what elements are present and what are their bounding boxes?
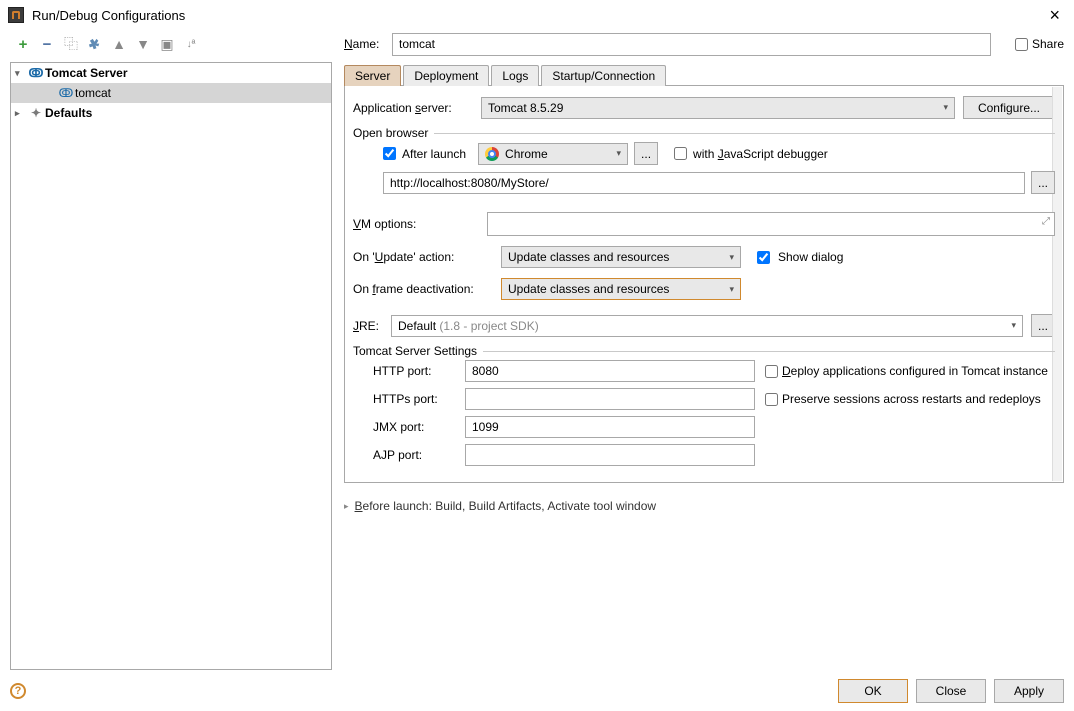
- http-port-input[interactable]: [465, 360, 755, 382]
- jmx-port-input[interactable]: [465, 416, 755, 438]
- tomcat-icon: ↂ: [59, 86, 73, 100]
- close-icon[interactable]: ×: [1043, 7, 1066, 23]
- chevron-down-icon: ▾: [1011, 320, 1016, 331]
- tab-bar: Server Deployment Logs Startup/Connectio…: [344, 62, 1064, 86]
- chrome-icon: [485, 147, 499, 161]
- ajp-port-input[interactable]: [465, 444, 755, 466]
- js-debugger-label: with JavaScript debugger: [693, 147, 828, 161]
- help-icon[interactable]: ?: [10, 683, 26, 699]
- share-checkbox[interactable]: Share: [1015, 37, 1064, 51]
- before-launch-row[interactable]: ▸ Before launch: Build, Build Artifacts,…: [344, 499, 1064, 513]
- tab-deployment[interactable]: Deployment: [403, 65, 489, 86]
- url-input[interactable]: [383, 172, 1025, 194]
- preserve-sessions-checkbox[interactable]: Preserve sessions across restarts and re…: [765, 392, 1055, 406]
- expand-icon[interactable]: ⤢: [1042, 216, 1050, 227]
- vm-options-input[interactable]: ⤢: [487, 212, 1055, 236]
- down-icon: ▼: [134, 35, 152, 53]
- tomcat-settings-group: Tomcat Server Settings HTTP port: Deploy…: [353, 351, 1055, 470]
- configure-button[interactable]: Configure...: [963, 96, 1055, 119]
- app-icon: [8, 7, 24, 23]
- tree-node-defaults[interactable]: ▸ ✦ Defaults: [11, 103, 331, 123]
- settings-icon[interactable]: [86, 35, 104, 53]
- tree-node-tomcat[interactable]: ↂ tomcat: [11, 83, 331, 103]
- show-dialog-checkbox[interactable]: [757, 251, 770, 264]
- browser-combo[interactable]: Chrome ▾: [478, 143, 628, 165]
- vm-options-label: VM options:: [353, 217, 479, 231]
- app-server-combo[interactable]: Tomcat 8.5.29 ▾: [481, 97, 955, 119]
- tab-startup-connection[interactable]: Startup/Connection: [541, 65, 666, 86]
- tree-label: Tomcat Server: [45, 66, 127, 80]
- chevron-down-icon: ▾: [943, 102, 948, 113]
- deploy-apps-box[interactable]: [765, 365, 778, 378]
- chevron-down-icon[interactable]: ▾: [15, 68, 27, 79]
- share-label: Share: [1032, 37, 1064, 51]
- name-input[interactable]: [392, 33, 991, 56]
- chevron-down-icon: ▾: [729, 252, 734, 263]
- on-frame-combo[interactable]: Update classes and resources ▾: [501, 278, 741, 300]
- sort-icon[interactable]: ↓ª: [182, 35, 200, 53]
- tree-label: tomcat: [75, 86, 111, 100]
- browser-value: Chrome: [505, 147, 548, 161]
- jmx-port-label: JMX port:: [373, 420, 465, 434]
- server-pane: Application server: Tomcat 8.5.29 ▾ Conf…: [344, 86, 1064, 483]
- after-launch-checkbox[interactable]: [383, 147, 396, 160]
- chevron-right-icon[interactable]: ▸: [344, 501, 349, 512]
- app-server-label: Application server:: [353, 101, 473, 115]
- apply-button[interactable]: Apply: [994, 679, 1064, 703]
- chevron-right-icon[interactable]: ▸: [15, 108, 27, 119]
- folder-icon[interactable]: ▣: [158, 35, 176, 53]
- window-title: Run/Debug Configurations: [32, 8, 185, 23]
- http-port-label: HTTP port:: [373, 364, 465, 378]
- share-checkbox-box[interactable]: [1015, 38, 1028, 51]
- tab-logs[interactable]: Logs: [491, 65, 539, 86]
- jre-combo[interactable]: Default (1.8 - project SDK) ▾: [391, 315, 1023, 337]
- left-toolbar: + − ⿻ ▲ ▼ ▣ ↓ª: [10, 30, 332, 62]
- on-update-combo[interactable]: Update classes and resources ▾: [501, 246, 741, 268]
- tree-node-tomcat-server[interactable]: ▾ ↂ Tomcat Server: [11, 63, 331, 83]
- on-frame-value: Update classes and resources: [508, 282, 669, 296]
- before-launch-label: Before launch: Build, Build Artifacts, A…: [355, 499, 657, 513]
- show-dialog-label: Show dialog: [778, 250, 843, 264]
- close-button[interactable]: Close: [916, 679, 986, 703]
- chevron-down-icon: ▾: [729, 284, 734, 295]
- https-port-input[interactable]: [465, 388, 755, 410]
- defaults-icon: ✦: [29, 106, 43, 120]
- dialog-buttons: ? OK Close Apply: [10, 679, 1064, 703]
- ajp-port-label: AJP port:: [373, 448, 465, 462]
- name-label: Name:: [344, 37, 384, 51]
- deploy-apps-label: Deploy applications configured in Tomcat…: [782, 364, 1048, 378]
- up-icon: ▲: [110, 35, 128, 53]
- app-server-value: Tomcat 8.5.29: [488, 101, 563, 115]
- https-port-label: HTTPs port:: [373, 392, 465, 406]
- on-frame-label: On frame deactivation:: [353, 282, 493, 296]
- preserve-sessions-label: Preserve sessions across restarts and re…: [782, 392, 1041, 406]
- url-ellipsis-button[interactable]: ...: [1031, 171, 1055, 194]
- title-bar: Run/Debug Configurations ×: [0, 0, 1074, 30]
- browser-ellipsis-button[interactable]: ...: [634, 142, 658, 165]
- add-icon[interactable]: +: [14, 35, 32, 53]
- tomcat-settings-title: Tomcat Server Settings: [353, 344, 483, 358]
- js-debugger-checkbox[interactable]: [674, 147, 687, 160]
- preserve-sessions-box[interactable]: [765, 393, 778, 406]
- tree-label: Defaults: [45, 106, 92, 120]
- tab-server[interactable]: Server: [344, 65, 401, 86]
- on-update-value: Update classes and resources: [508, 250, 669, 264]
- deploy-apps-checkbox[interactable]: Deploy applications configured in Tomcat…: [765, 364, 1055, 378]
- tomcat-server-icon: ↂ: [29, 66, 43, 80]
- after-launch-label: After launch: [402, 147, 466, 161]
- on-update-label: On 'Update' action:: [353, 250, 493, 264]
- ok-button[interactable]: OK: [838, 679, 908, 703]
- open-browser-title: Open browser: [353, 126, 434, 140]
- jre-label: JRE:: [353, 319, 383, 333]
- copy-icon[interactable]: ⿻: [62, 35, 80, 53]
- chevron-down-icon: ▾: [617, 148, 622, 159]
- remove-icon[interactable]: −: [38, 35, 56, 53]
- jre-value: Default (1.8 - project SDK): [398, 319, 539, 333]
- open-browser-group: Open browser After launch Chrome ▾ ... w…: [353, 133, 1055, 198]
- config-tree[interactable]: ▾ ↂ Tomcat Server ↂ tomcat ▸ ✦ Defaults: [10, 62, 332, 670]
